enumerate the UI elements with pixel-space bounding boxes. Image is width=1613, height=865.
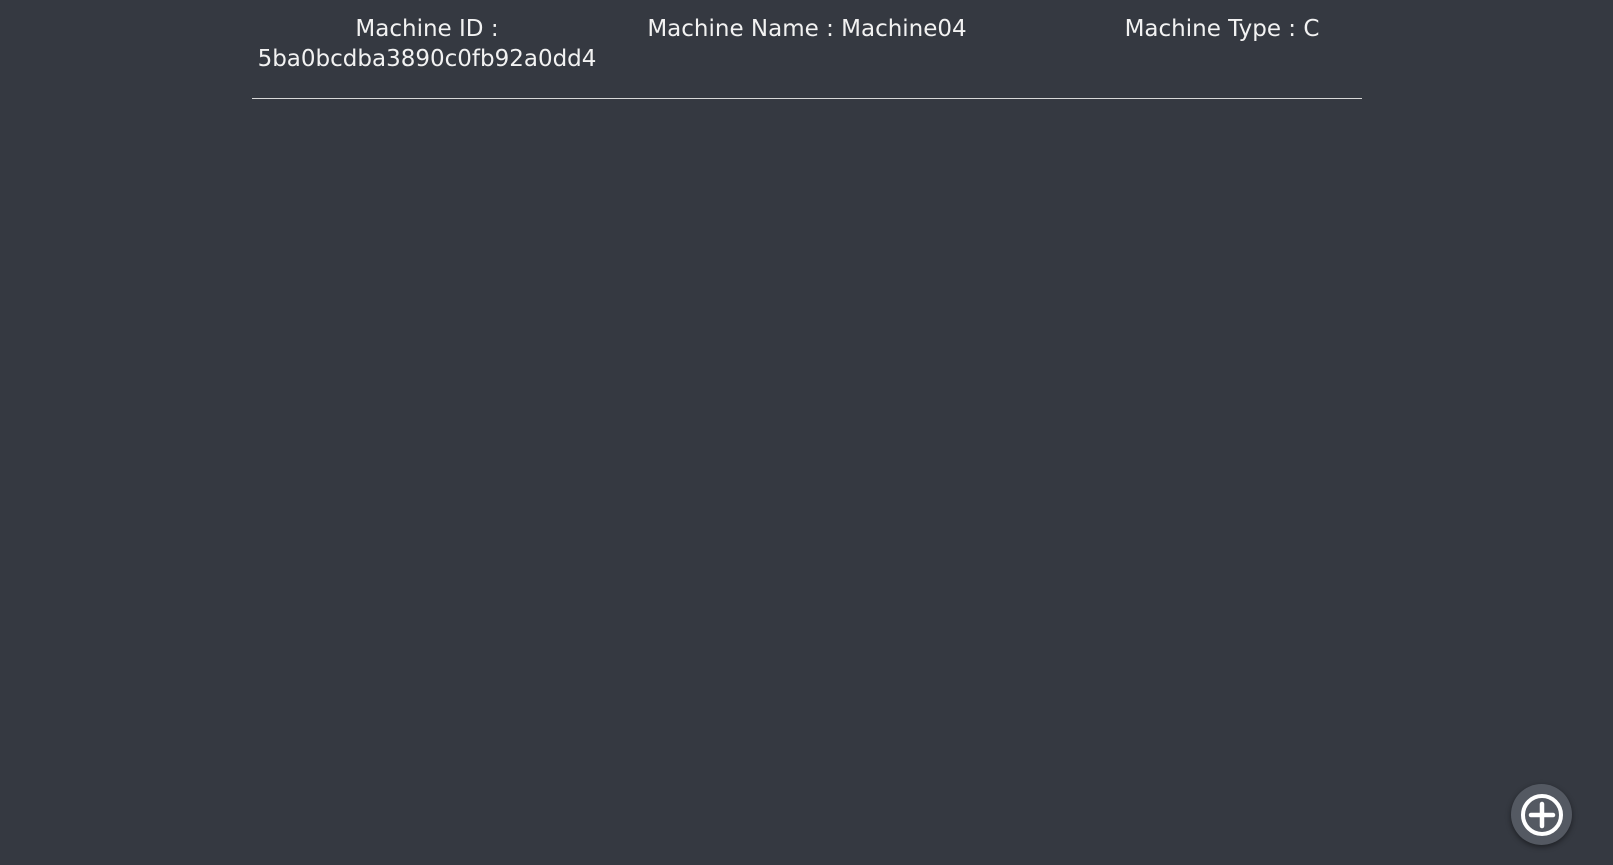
machine-detail-page: Machine ID : 5ba0bcdba3890c0fb92a0dd4 Ma…	[0, 0, 1613, 865]
plus-circle-icon	[1520, 793, 1563, 836]
machine-id-label: Machine ID :	[355, 16, 499, 42]
machine-id-block: Machine ID : 5ba0bcdba3890c0fb92a0dd4	[252, 14, 602, 74]
machine-type-text: Machine Type : C	[1124, 16, 1320, 42]
machine-id-value: 5ba0bcdba3890c0fb92a0dd4	[257, 46, 597, 72]
machine-name-text: Machine Name : Machine04	[647, 16, 967, 42]
add-button[interactable]	[1511, 784, 1572, 845]
machine-info-header: Machine ID : 5ba0bcdba3890c0fb92a0dd4 Ma…	[252, 14, 1362, 99]
